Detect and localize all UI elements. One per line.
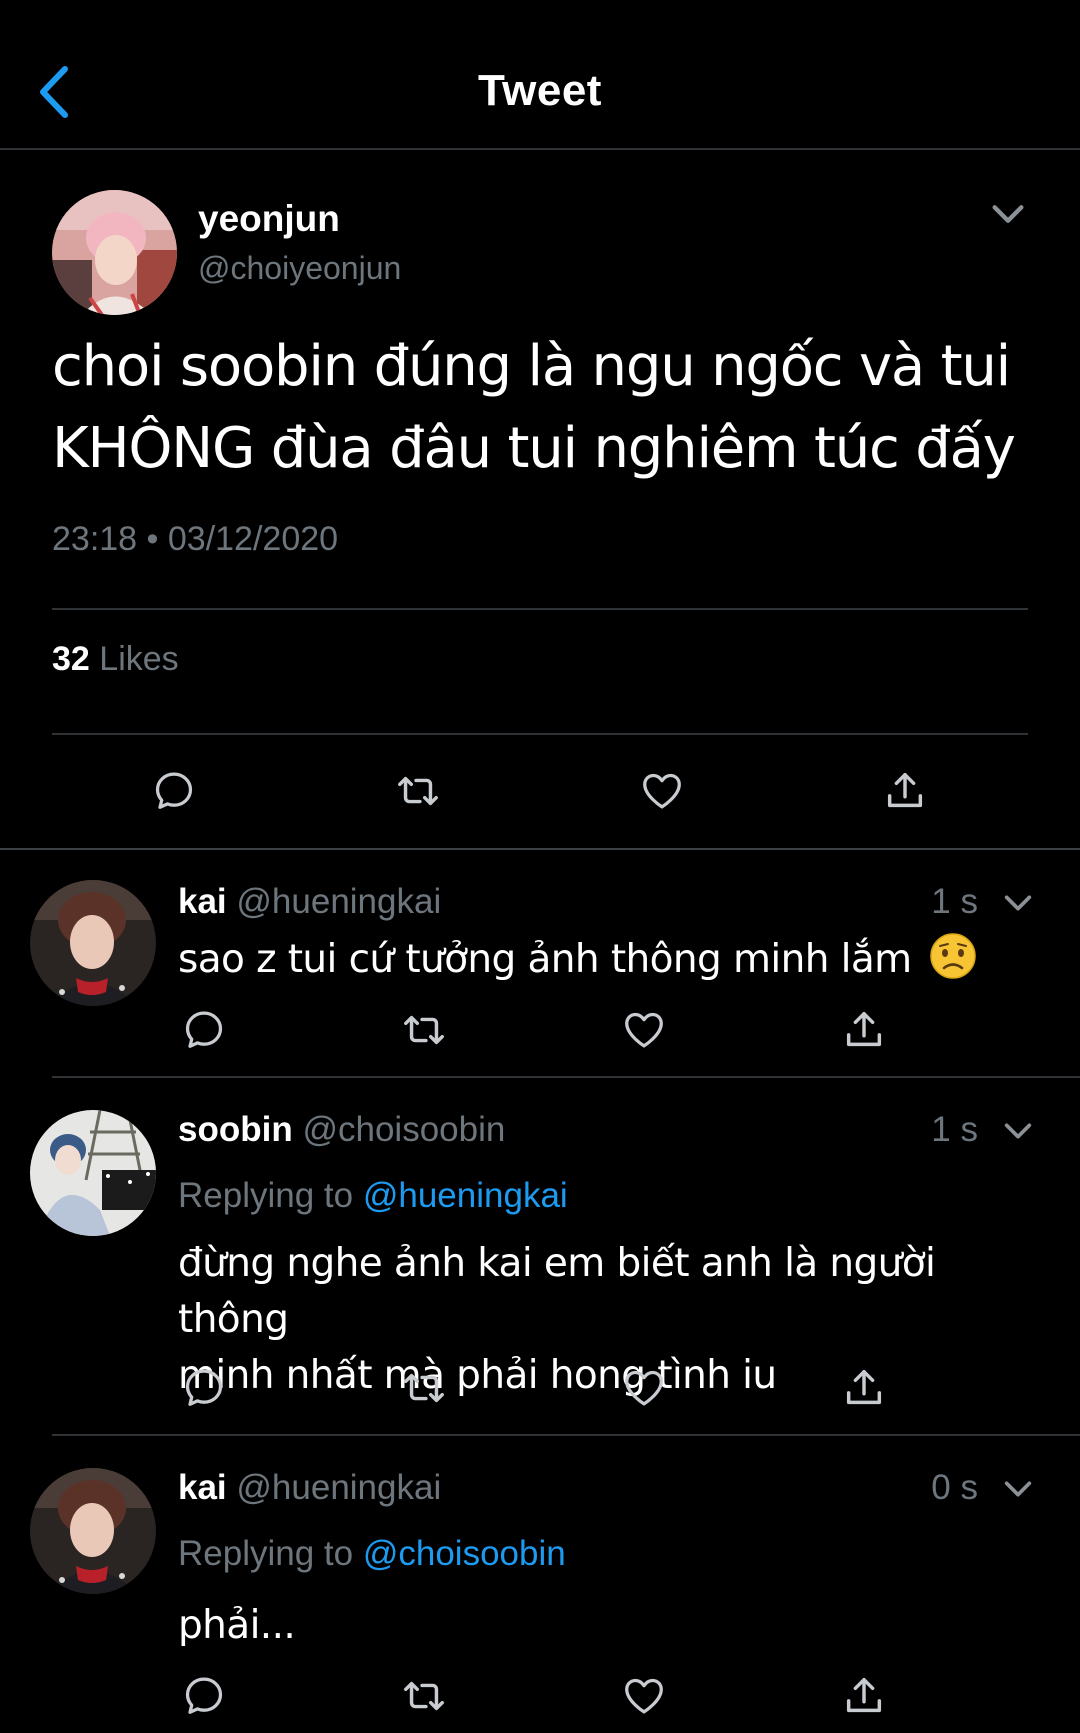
replying-to: Replying to @choisoobin [178,1534,566,1574]
divider [52,608,1028,610]
tweet-text-line: choi soobin đúng là ngu ngốc và tui [52,334,1011,399]
retweet-icon [401,1673,447,1719]
author-name[interactable]: kai [178,882,227,921]
divider [52,1434,1080,1436]
author-handle[interactable]: @hueningkai [236,1468,441,1507]
tweet-text-line: KHÔNG đùa đâu tui nghiêm túc đấy [52,416,1016,481]
reply-text-line: phải... [178,1603,296,1648]
replying-label: Replying to [178,1534,354,1573]
share-button[interactable] [836,1360,892,1416]
top-navigation-bar: Tweet [0,0,1080,150]
tweet-timestamp: 23:18 • 03/12/2020 [52,520,339,558]
reply-button[interactable] [176,1668,232,1724]
likes-count[interactable]: 32 Likes [52,640,179,679]
author-handle[interactable]: @choisoobin [302,1110,505,1149]
share-button[interactable] [836,1002,892,1058]
like-icon [621,1365,667,1411]
main-tweet: yeonjun @choiyeonjun choi soobin đúng là… [0,150,1080,850]
reply-text-line: đừng nghe ảnh kai em biết anh là người t… [178,1241,936,1342]
tweet-menu-button[interactable] [998,1472,1038,1506]
tweet-menu-button[interactable] [983,194,1033,234]
share-icon [841,1673,887,1719]
retweet-icon [401,1007,447,1053]
divider [52,733,1028,735]
reply-header: kai @hueningkai [178,1468,441,1508]
reply-icon [181,1365,227,1411]
reply-tweet[interactable]: soobin @choisoobin 1 s Replying to @huen… [0,1080,1080,1436]
author-name[interactable]: kai [178,1468,227,1507]
mention-link[interactable]: @hueningkai [363,1176,568,1215]
retweet-button[interactable] [396,1360,452,1416]
author-handle[interactable]: @choiyeonjun [198,250,401,287]
reply-text-line: sao z tui cứ tưởng ảnh thông minh lắm [178,937,912,982]
reply-icon [181,1007,227,1053]
worried-face-icon [930,933,977,979]
like-button[interactable] [616,1668,672,1724]
avatar[interactable] [30,1468,156,1594]
reply-button[interactable] [146,763,202,819]
like-button[interactable] [634,763,690,819]
reply-timestamp: 0 s [931,1468,978,1507]
share-icon [841,1007,887,1053]
like-button[interactable] [616,1360,672,1416]
like-icon [621,1673,667,1719]
like-icon [639,768,685,814]
author-handle[interactable]: @hueningkai [236,882,441,921]
retweet-button[interactable] [390,763,446,819]
mention-link[interactable]: @choisoobin [363,1534,566,1573]
reply-icon [151,768,197,814]
retweet-button[interactable] [396,1002,452,1058]
share-icon [882,768,928,814]
replying-to: Replying to @hueningkai [178,1176,568,1216]
chevron-down-icon [998,1114,1038,1148]
reply-text: sao z tui cứ tưởng ảnh thông minh lắm [178,932,1038,988]
share-button[interactable] [877,763,933,819]
replying-label: Replying to [178,1176,354,1215]
avatar[interactable] [30,880,156,1006]
retweet-icon [395,768,441,814]
avatar[interactable] [30,1110,156,1236]
reply-text-line: minh nhất mà phải hong tình iu [178,1353,777,1398]
share-button[interactable] [836,1668,892,1724]
likes-label: Likes [99,640,179,678]
page-title: Tweet [478,66,602,115]
tweet-text: choi soobin đúng là ngu ngốc và tui KHÔN… [52,326,1052,490]
chevron-down-icon [998,1472,1038,1506]
retweet-button[interactable] [396,1668,452,1724]
reply-header: kai @hueningkai [178,882,441,922]
reply-text: phải... [178,1598,1038,1654]
reply-tweet[interactable]: kai @hueningkai 0 s Replying to @choisoo… [0,1438,1080,1733]
reply-tweet[interactable]: kai @hueningkai 1 s sao z tui cứ tưởng ả… [0,852,1080,1078]
reply-button[interactable] [176,1360,232,1416]
chevron-down-icon [983,194,1033,234]
avatar[interactable] [52,190,177,315]
tweet-menu-button[interactable] [998,1114,1038,1148]
reply-icon [181,1673,227,1719]
like-icon [621,1007,667,1053]
retweet-icon [401,1365,447,1411]
divider [52,1076,1080,1078]
share-icon [841,1365,887,1411]
reply-timestamp: 1 s [931,882,978,921]
likes-number: 32 [52,640,90,678]
reply-timestamp: 1 s [931,1110,978,1149]
chevron-down-icon [998,886,1038,920]
like-button[interactable] [616,1002,672,1058]
reply-header: soobin @choisoobin [178,1110,505,1150]
reply-text: đừng nghe ảnh kai em biết anh là người t… [178,1236,1038,1404]
author-name[interactable]: soobin [178,1110,293,1149]
reply-button[interactable] [176,1002,232,1058]
author-name[interactable]: yeonjun [198,198,340,240]
tweet-menu-button[interactable] [998,886,1038,920]
